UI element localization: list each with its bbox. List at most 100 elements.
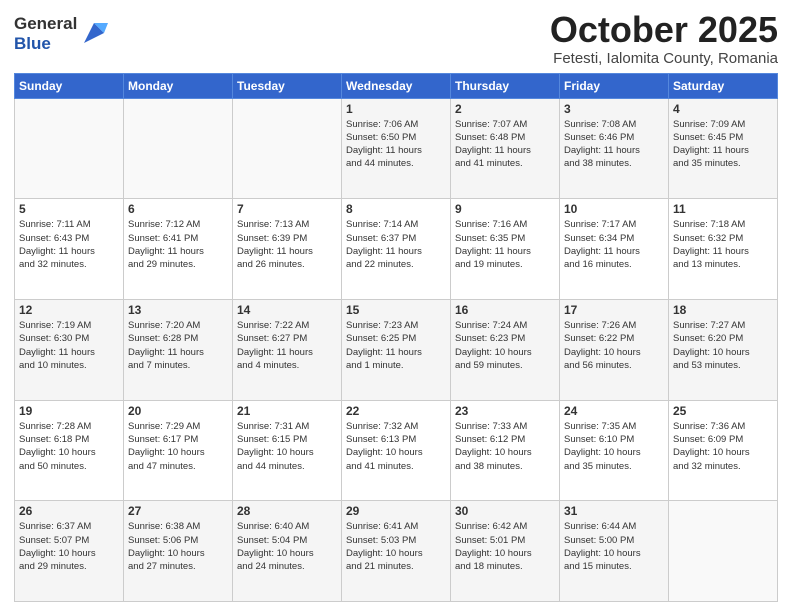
calendar-cell: 19 Sunrise: 7:28 AM Sunset: 6:18 PM Dayli… xyxy=(15,400,124,501)
day-number: 4 xyxy=(673,102,773,116)
logo-blue: Blue xyxy=(14,34,77,54)
calendar-cell: 24 Sunrise: 7:35 AM Sunset: 6:10 PM Dayli… xyxy=(560,400,669,501)
col-thursday: Thursday xyxy=(451,73,560,98)
calendar-cell: 4 Sunrise: 7:09 AM Sunset: 6:45 PM Daylig… xyxy=(669,98,778,199)
month-title: October 2025 xyxy=(550,10,778,50)
calendar-cell: 11 Sunrise: 7:18 AM Sunset: 6:32 PM Dayli… xyxy=(669,199,778,300)
logo-general: General xyxy=(14,14,77,34)
day-number: 8 xyxy=(346,202,446,216)
title-block: October 2025 Fetesti, Ialomita County, R… xyxy=(550,10,778,67)
logo: General Blue xyxy=(14,14,108,53)
calendar-cell: 14Sunrise: 7:22 AM Sunset: 6:27 PM Dayli… xyxy=(233,299,342,400)
day-number: 16 xyxy=(455,303,555,317)
calendar-cell: 1Sunrise: 7:06 AM Sunset: 6:50 PM Daylig… xyxy=(342,98,451,199)
day-number: 5 xyxy=(19,202,119,216)
day-number: 25 xyxy=(673,404,773,418)
calendar-cell: 21 Sunrise: 7:31 AM Sunset: 6:15 PM Dayli… xyxy=(233,400,342,501)
calendar-cell: 26 Sunrise: 6:37 AM Sunset: 5:07 PM Dayli… xyxy=(15,501,124,602)
day-number: 2 xyxy=(455,102,555,116)
calendar-cell: 12 Sunrise: 7:19 AM Sunset: 6:30 PM Dayli… xyxy=(15,299,124,400)
day-number: 22 xyxy=(346,404,446,418)
calendar-cell: 23Sunrise: 7:33 AM Sunset: 6:12 PM Dayli… xyxy=(451,400,560,501)
calendar-week-3: 12 Sunrise: 7:19 AM Sunset: 6:30 PM Dayli… xyxy=(15,299,778,400)
calendar-cell: 15 Sunrise: 7:23 AM Sunset: 6:25 PM Dayli… xyxy=(342,299,451,400)
calendar-cell: 22 Sunrise: 7:32 AM Sunset: 6:13 PM Dayli… xyxy=(342,400,451,501)
calendar-cell xyxy=(233,98,342,199)
day-info: Sunrise: 7:35 AM Sunset: 6:10 PM Dayligh… xyxy=(564,420,664,473)
day-info: Sunrise: 7:07 AM Sunset: 6:48 PM Dayligh… xyxy=(455,118,555,171)
location: Fetesti, Ialomita County, Romania xyxy=(550,50,778,67)
day-info: Sunrise: 7:20 AM Sunset: 6:28 PM Dayligh… xyxy=(128,319,228,372)
calendar-cell: 17Sunrise: 7:26 AM Sunset: 6:22 PM Dayli… xyxy=(560,299,669,400)
day-info: Sunrise: 6:38 AM Sunset: 5:06 PM Dayligh… xyxy=(128,520,228,573)
day-info: Sunrise: 6:41 AM Sunset: 5:03 PM Dayligh… xyxy=(346,520,446,573)
col-monday: Monday xyxy=(124,73,233,98)
day-number: 28 xyxy=(237,504,337,518)
calendar-week-2: 5 Sunrise: 7:11 AM Sunset: 6:43 PM Daylig… xyxy=(15,199,778,300)
calendar-cell: 2 Sunrise: 7:07 AM Sunset: 6:48 PM Daylig… xyxy=(451,98,560,199)
col-saturday: Saturday xyxy=(669,73,778,98)
day-info: Sunrise: 7:09 AM Sunset: 6:45 PM Dayligh… xyxy=(673,118,773,171)
calendar-header-row: Sunday Monday Tuesday Wednesday Thursday… xyxy=(15,73,778,98)
calendar-cell: 30 Sunrise: 6:42 AM Sunset: 5:01 PM Dayli… xyxy=(451,501,560,602)
day-info: Sunrise: 7:19 AM Sunset: 6:30 PM Dayligh… xyxy=(19,319,119,372)
day-info: Sunrise: 7:18 AM Sunset: 6:32 PM Dayligh… xyxy=(673,218,773,271)
calendar-cell: 9Sunrise: 7:16 AM Sunset: 6:35 PM Daylig… xyxy=(451,199,560,300)
calendar-cell: 18 Sunrise: 7:27 AM Sunset: 6:20 PM Dayli… xyxy=(669,299,778,400)
day-number: 29 xyxy=(346,504,446,518)
calendar-cell: 3 Sunrise: 7:08 AM Sunset: 6:46 PM Daylig… xyxy=(560,98,669,199)
day-number: 17 xyxy=(564,303,664,317)
day-number: 31 xyxy=(564,504,664,518)
day-number: 7 xyxy=(237,202,337,216)
col-wednesday: Wednesday xyxy=(342,73,451,98)
day-number: 18 xyxy=(673,303,773,317)
day-number: 3 xyxy=(564,102,664,116)
day-info: Sunrise: 6:40 AM Sunset: 5:04 PM Dayligh… xyxy=(237,520,337,573)
calendar-cell: 13 Sunrise: 7:20 AM Sunset: 6:28 PM Dayli… xyxy=(124,299,233,400)
day-info: Sunrise: 7:16 AM Sunset: 6:35 PM Dayligh… xyxy=(455,218,555,271)
calendar-cell: 5 Sunrise: 7:11 AM Sunset: 6:43 PM Daylig… xyxy=(15,199,124,300)
col-tuesday: Tuesday xyxy=(233,73,342,98)
day-info: Sunrise: 7:31 AM Sunset: 6:15 PM Dayligh… xyxy=(237,420,337,473)
calendar-cell: 27Sunrise: 6:38 AM Sunset: 5:06 PM Dayli… xyxy=(124,501,233,602)
day-number: 13 xyxy=(128,303,228,317)
calendar-cell: 8Sunrise: 7:14 AM Sunset: 6:37 PM Daylig… xyxy=(342,199,451,300)
day-info: Sunrise: 7:27 AM Sunset: 6:20 PM Dayligh… xyxy=(673,319,773,372)
day-info: Sunrise: 7:06 AM Sunset: 6:50 PM Dayligh… xyxy=(346,118,446,171)
calendar-cell: 31 Sunrise: 6:44 AM Sunset: 5:00 PM Dayli… xyxy=(560,501,669,602)
calendar-cell xyxy=(669,501,778,602)
day-info: Sunrise: 7:11 AM Sunset: 6:43 PM Dayligh… xyxy=(19,218,119,271)
calendar-cell: 20Sunrise: 7:29 AM Sunset: 6:17 PM Dayli… xyxy=(124,400,233,501)
day-info: Sunrise: 7:08 AM Sunset: 6:46 PM Dayligh… xyxy=(564,118,664,171)
day-info: Sunrise: 7:28 AM Sunset: 6:18 PM Dayligh… xyxy=(19,420,119,473)
day-info: Sunrise: 7:33 AM Sunset: 6:12 PM Dayligh… xyxy=(455,420,555,473)
day-info: Sunrise: 6:37 AM Sunset: 5:07 PM Dayligh… xyxy=(19,520,119,573)
day-info: Sunrise: 7:17 AM Sunset: 6:34 PM Dayligh… xyxy=(564,218,664,271)
day-info: Sunrise: 6:44 AM Sunset: 5:00 PM Dayligh… xyxy=(564,520,664,573)
day-number: 30 xyxy=(455,504,555,518)
calendar-cell: 6 Sunrise: 7:12 AM Sunset: 6:41 PM Daylig… xyxy=(124,199,233,300)
day-number: 26 xyxy=(19,504,119,518)
col-friday: Friday xyxy=(560,73,669,98)
day-info: Sunrise: 7:23 AM Sunset: 6:25 PM Dayligh… xyxy=(346,319,446,372)
day-number: 11 xyxy=(673,202,773,216)
day-info: Sunrise: 7:29 AM Sunset: 6:17 PM Dayligh… xyxy=(128,420,228,473)
day-info: Sunrise: 7:13 AM Sunset: 6:39 PM Dayligh… xyxy=(237,218,337,271)
day-info: Sunrise: 7:12 AM Sunset: 6:41 PM Dayligh… xyxy=(128,218,228,271)
day-info: Sunrise: 7:22 AM Sunset: 6:27 PM Dayligh… xyxy=(237,319,337,372)
day-number: 12 xyxy=(19,303,119,317)
calendar-cell: 28 Sunrise: 6:40 AM Sunset: 5:04 PM Dayli… xyxy=(233,501,342,602)
calendar-cell: 10 Sunrise: 7:17 AM Sunset: 6:34 PM Dayli… xyxy=(560,199,669,300)
calendar-cell: 25Sunrise: 7:36 AM Sunset: 6:09 PM Dayli… xyxy=(669,400,778,501)
calendar-cell: 16Sunrise: 7:24 AM Sunset: 6:23 PM Dayli… xyxy=(451,299,560,400)
day-info: Sunrise: 6:42 AM Sunset: 5:01 PM Dayligh… xyxy=(455,520,555,573)
day-info: Sunrise: 7:32 AM Sunset: 6:13 PM Dayligh… xyxy=(346,420,446,473)
day-number: 15 xyxy=(346,303,446,317)
day-number: 10 xyxy=(564,202,664,216)
day-number: 21 xyxy=(237,404,337,418)
calendar-cell xyxy=(124,98,233,199)
day-number: 24 xyxy=(564,404,664,418)
day-number: 6 xyxy=(128,202,228,216)
day-number: 19 xyxy=(19,404,119,418)
col-sunday: Sunday xyxy=(15,73,124,98)
